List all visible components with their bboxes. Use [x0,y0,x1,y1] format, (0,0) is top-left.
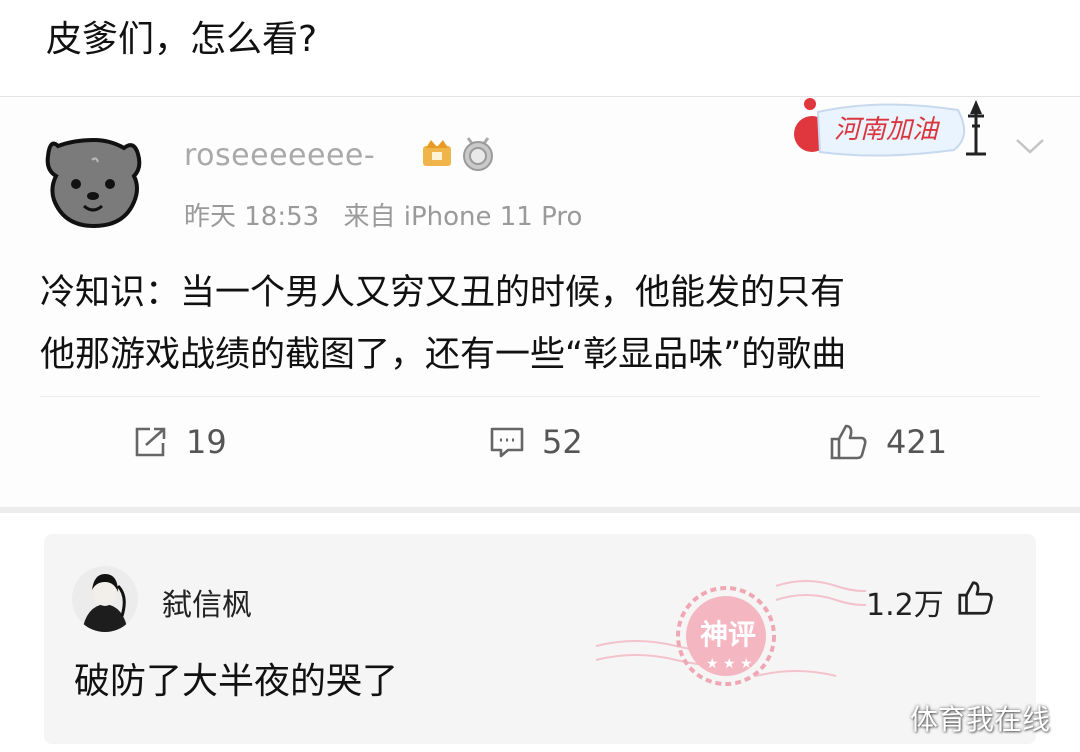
commenter-name[interactable]: 弑信枫 [162,580,252,624]
svg-text:★ ★ ★: ★ ★ ★ [706,656,753,672]
weibo-username[interactable]: roseeeeeee- [184,138,375,173]
bear-avatar-icon[interactable] [44,136,144,228]
like-button[interactable]: 421 [828,420,947,464]
comment-count: 52 [542,423,583,461]
shenping-stamp: 神评 ★ ★ ★ [596,580,866,686]
comment-like-count: 1.2万 [866,588,944,623]
post-body: 冷知识：当一个男人又穷又丑的时候，他能发的只有 他那游戏战绩的截图了，还有一些“… [40,262,1050,386]
comment-button[interactable]: 52 [488,420,583,464]
shenping-stamp-text: 神评 [700,618,756,651]
watermark: 体育我在线 [910,703,1051,736]
crown-badge-icon [423,140,451,166]
post-title: 皮爹们，怎么看? [46,19,318,60]
campaign-sticker-text: 河南加油 [834,115,941,145]
post-source: 来自 iPhone 11 Pro [343,202,583,232]
post-time: 昨天 18:53 [184,202,320,232]
post-meta: 昨天 18:53 来自 iPhone 11 Pro [184,196,598,233]
campaign-sticker: 河南加油 [794,98,986,157]
level-badge-icon [463,137,493,171]
repost-count: 19 [186,423,227,461]
repost-button[interactable]: 19 [132,420,227,464]
comment-text: 破防了大半夜的哭了 [74,661,399,702]
like-count: 421 [886,423,948,461]
chevron-down-icon[interactable] [1014,136,1046,156]
post-body-line: 冷知识：当一个男人又穷又丑的时候，他能发的只有 [40,273,846,313]
post-body-line: 他那游戏战绩的截图了，还有一些“彰显品味”的歌曲 [40,335,847,375]
actions-divider [40,396,1040,397]
comment-like-icon[interactable] [956,578,996,618]
top-comment-card [44,534,1036,744]
like-icon [830,424,867,460]
commenter-avatar[interactable] [72,566,138,632]
repost-icon [135,427,166,457]
comment-icon [490,427,524,458]
